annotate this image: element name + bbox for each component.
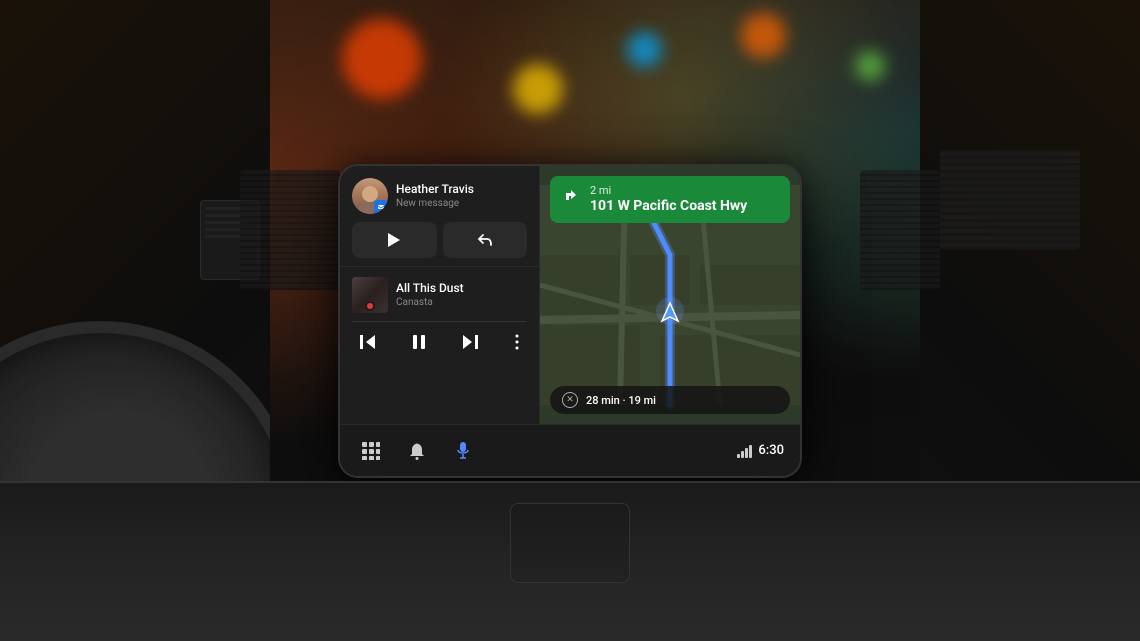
turn-arrow-icon: [562, 186, 582, 206]
signal-bar-2: [741, 450, 744, 457]
music-divider: [352, 321, 527, 322]
message-card: Heather Travis New message: [340, 166, 539, 267]
notifications-button[interactable]: [402, 435, 432, 465]
reply-message-button[interactable]: [443, 222, 528, 258]
dashboard-bottom: [0, 481, 1140, 641]
signal-bar-3: [745, 447, 748, 457]
sender-name: Heather Travis: [396, 181, 527, 197]
eta-separator: ·: [622, 393, 625, 406]
bottom-bar: 6:30: [340, 424, 800, 476]
prev-track-button[interactable]: [356, 331, 380, 353]
notifications-panel: Heather Travis New message: [340, 166, 540, 424]
close-navigation-button[interactable]: ✕: [562, 392, 578, 408]
bokeh-light: [627, 32, 662, 67]
nav-text-block: 2 mi 101 W Pacific Coast Hwy: [590, 184, 778, 215]
track-artist: Canasta: [396, 296, 527, 309]
eta-time: 28 min: [586, 393, 620, 406]
avatar: [352, 178, 388, 214]
top-section: Heather Travis New message: [340, 166, 800, 424]
more-options-button[interactable]: [511, 330, 523, 354]
eta-bar: ✕ 28 min · 19 mi: [550, 386, 790, 414]
microphone-button[interactable]: [448, 435, 478, 465]
track-title: All This Dust: [396, 280, 527, 296]
message-text-block: Heather Travis New message: [396, 181, 527, 210]
display-inner: Heather Travis New message: [340, 166, 800, 476]
music-card: All This Dust Canasta: [340, 267, 539, 424]
nav-street: 101 W Pacific Coast Hwy: [590, 197, 778, 215]
music-controls: [352, 330, 527, 354]
right-speaker-grille-center: [860, 170, 940, 290]
pause-button[interactable]: [409, 331, 429, 353]
signal-strength-icon: [737, 443, 752, 457]
message-header: Heather Travis New message: [352, 178, 527, 214]
music-header: All This Dust Canasta: [352, 277, 527, 313]
bokeh-light: [513, 64, 563, 114]
right-speaker-grille: [940, 150, 1080, 250]
signal-bar-1: [737, 453, 740, 457]
message-label: New message: [396, 197, 527, 210]
navigation-banner: 2 mi 101 W Pacific Coast Hwy: [550, 176, 790, 223]
message-app-badge: [374, 200, 388, 214]
bokeh-light: [741, 13, 786, 58]
status-bar: 6:30: [737, 443, 784, 458]
album-art: [352, 277, 388, 313]
signal-bar-4: [749, 444, 752, 457]
bottom-left-icons: [356, 435, 478, 465]
nav-distance: 2 mi: [590, 184, 778, 197]
play-message-button[interactable]: [352, 222, 437, 258]
apps-button[interactable]: [356, 435, 386, 465]
action-buttons: [352, 222, 527, 258]
next-track-button[interactable]: [458, 331, 482, 353]
eta-info: 28 min · 19 mi: [586, 393, 656, 406]
music-info: All This Dust Canasta: [396, 280, 527, 309]
map-panel[interactable]: 2 mi 101 W Pacific Coast Hwy ✕ 28 min · …: [540, 166, 800, 424]
bokeh-light: [342, 19, 422, 99]
time-display: 6:30: [758, 443, 784, 458]
album-art-label: [365, 301, 375, 311]
eta-distance: 19 mi: [628, 393, 656, 406]
center-console: [510, 503, 630, 583]
left-speaker-grille: [240, 170, 340, 290]
center-display-unit: Heather Travis New message: [340, 166, 800, 476]
